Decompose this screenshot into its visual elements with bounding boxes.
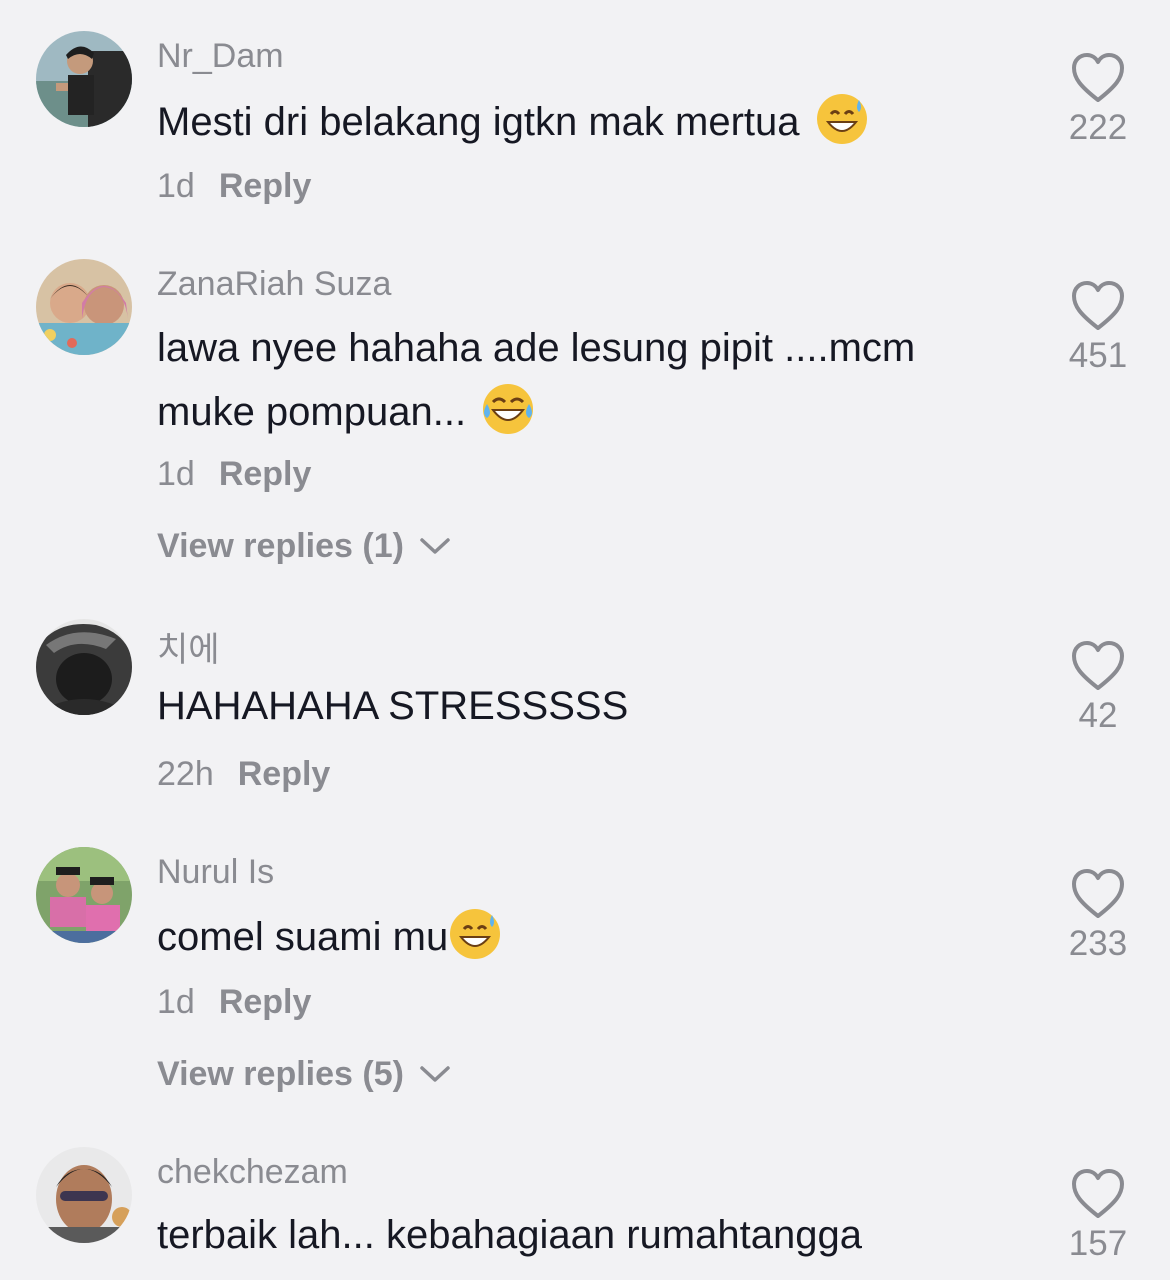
reply-button[interactable]: Reply	[219, 455, 312, 493]
sweat-smile-emoji	[450, 909, 501, 960]
reply-button[interactable]: Reply	[238, 755, 331, 793]
heart-icon[interactable]	[1070, 52, 1126, 104]
like-count: 157	[1068, 1224, 1128, 1263]
comment-username[interactable]: 치에	[157, 622, 220, 671]
comment-time: 1d	[157, 167, 195, 205]
comment-meta: 22h Reply	[157, 755, 330, 794]
avatar[interactable]	[36, 619, 132, 715]
avatar[interactable]	[36, 259, 132, 355]
comment-username[interactable]: chekchezam	[157, 1153, 348, 1192]
like-count: 451	[1068, 336, 1128, 375]
sweat-smile-emoji	[816, 94, 867, 145]
chevron-down-icon	[420, 1066, 451, 1082]
reply-button[interactable]: Reply	[219, 167, 312, 205]
avatar[interactable]	[36, 31, 132, 127]
like-button[interactable]: 451	[1050, 280, 1146, 376]
like-button[interactable]: 222	[1050, 52, 1146, 148]
comment-time: 1d	[157, 455, 195, 493]
avatar[interactable]	[36, 847, 132, 943]
heart-icon[interactable]	[1070, 1168, 1126, 1220]
comment-username[interactable]: ZanaRiah Suza	[157, 265, 391, 304]
tears-of-joy-emoji	[483, 384, 534, 435]
comment-text: lawa nyee hahaha ade lesung pipit ....mc…	[157, 316, 1017, 444]
comment-meta: 1d Reply	[157, 455, 311, 494]
like-button[interactable]: 42	[1050, 640, 1146, 736]
like-button[interactable]: 157	[1050, 1168, 1146, 1264]
view-replies-button[interactable]: View replies (5)	[157, 1055, 451, 1094]
comment-time: 22h	[157, 755, 214, 793]
chevron-down-icon	[420, 538, 451, 554]
comment-username[interactable]: Nurul Is	[157, 853, 274, 892]
view-replies-button[interactable]: View replies (1)	[157, 527, 451, 566]
comment-meta: 1d Reply	[157, 983, 311, 1022]
comment-text: HAHAHAHA STRESSSSS	[157, 684, 629, 728]
like-count: 233	[1068, 924, 1128, 963]
like-button[interactable]: 233	[1050, 868, 1146, 964]
comment-time: 1d	[157, 983, 195, 1021]
comment-text: Mesti dri belakang igtkn mak mertua	[157, 90, 1017, 154]
avatar[interactable]	[36, 1147, 132, 1243]
like-count: 222	[1068, 108, 1128, 147]
like-count: 42	[1078, 696, 1118, 735]
heart-icon[interactable]	[1070, 280, 1126, 332]
heart-icon[interactable]	[1070, 640, 1126, 692]
comment-text: terbaik lah... kebahagiaan rumahtangga	[157, 1213, 862, 1257]
reply-button[interactable]: Reply	[219, 983, 312, 1021]
heart-icon[interactable]	[1070, 868, 1126, 920]
comment-text: comel suami mu	[157, 905, 1017, 969]
comment-meta: 1d Reply	[157, 167, 311, 206]
comment-username[interactable]: Nr_Dam	[157, 37, 284, 76]
